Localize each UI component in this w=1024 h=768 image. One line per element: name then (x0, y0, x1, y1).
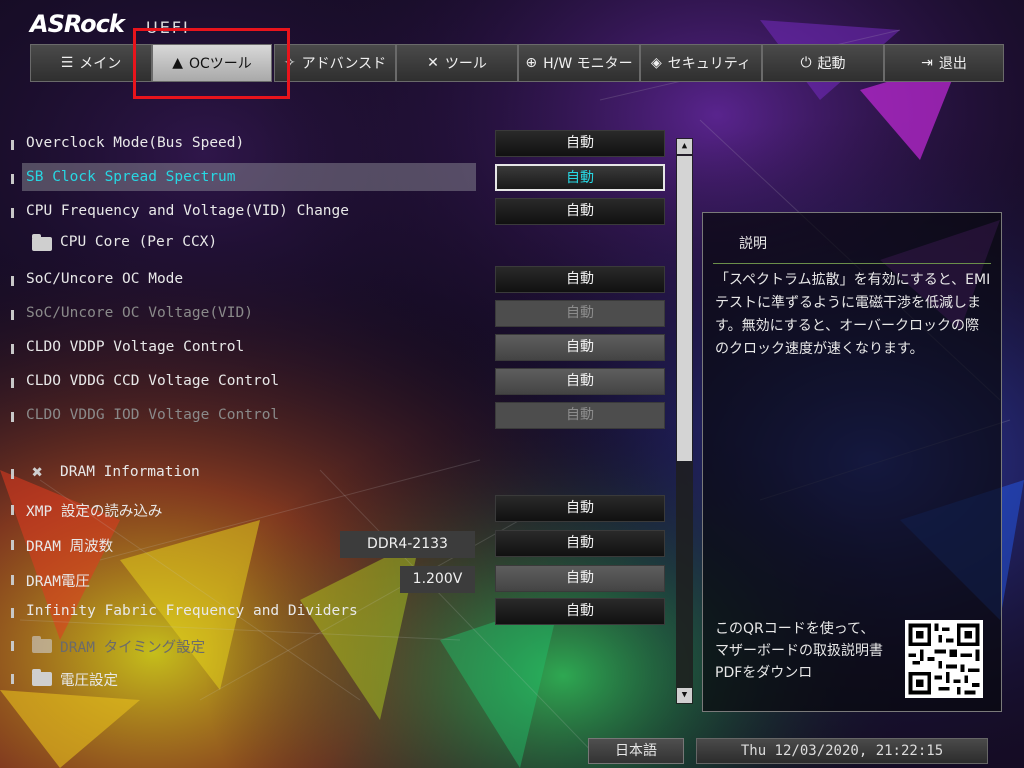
bullet (11, 344, 14, 354)
setting-label: CLDO VDDP Voltage Control (26, 339, 245, 355)
setting-label: CLDO VDDG CCD Voltage Control (26, 373, 280, 389)
setting-label: SoC/Uncore OC Mode (26, 271, 184, 287)
setting-label: SoC/Uncore OC Voltage(VID) (26, 305, 253, 321)
setting-cldo-vddp-voltage[interactable]: CLDO VDDP Voltage Control 自動 (0, 334, 680, 363)
setting-dram-voltage[interactable]: DRAM電圧 1.200V 自動 (0, 565, 680, 594)
scrollbar-thumb[interactable] (677, 156, 692, 461)
setting-value[interactable]: 自動 (495, 198, 665, 225)
setting-cpu-frequency-voltage[interactable]: CPU Frequency and Voltage(VID) Change 自動 (0, 198, 680, 227)
tab-exit[interactable]: ⇥ 退出 (884, 44, 1004, 82)
description-panel: 説明 「スペクトラム拡散」を有効にすると、EMI テストに準ずるように電磁干渉を… (702, 212, 1002, 712)
qr-code[interactable] (905, 620, 983, 698)
bullet (11, 412, 14, 422)
bullet (11, 208, 14, 218)
setting-label: DRAM タイミング設定 (60, 640, 206, 656)
setting-soc-uncore-oc-voltage: SoC/Uncore OC Voltage(VID) 自動 (0, 300, 680, 329)
setting-label: XMP 設定の読み込み (26, 504, 163, 520)
setting-value[interactable]: 自動 (495, 334, 665, 361)
bullet (11, 505, 14, 515)
settings-list: Overclock Mode(Bus Speed) 自動 SB Clock Sp… (0, 0, 700, 768)
bullet (11, 174, 14, 184)
bullet (11, 674, 14, 684)
bullet (11, 276, 14, 286)
tab-boot[interactable]: ⏻ 起動 (762, 44, 884, 82)
bullet (11, 608, 14, 618)
power-icon: ⏻ (800, 55, 812, 71)
scrollbar[interactable]: ▲ ▼ (676, 138, 693, 704)
setting-value[interactable]: 自動 (495, 266, 665, 293)
setting-value[interactable]: 自動 (495, 164, 665, 191)
setting-label: DRAM 周波数 (26, 539, 114, 555)
current-value: DDR4-2133 (340, 531, 475, 558)
exit-icon: ⇥ (921, 55, 933, 71)
qr-code-caption: このQRコードを使って、マザーボードの取扱説明書PDFをダウンロ (715, 621, 883, 681)
tools-icon: ✖ (32, 462, 43, 483)
folder-voltage-settings[interactable]: 電圧設定 (0, 665, 680, 693)
folder-cpu-core[interactable]: CPU Core (Per CCX) (0, 230, 680, 258)
setting-label: Infinity Fabric Frequency and Dividers (26, 603, 358, 619)
setting-value: 自動 (495, 300, 665, 327)
setting-label: CLDO VDDG IOD Voltage Control (26, 407, 280, 423)
setting-label: DRAM電圧 (26, 574, 90, 590)
setting-value[interactable]: 自動 (495, 565, 665, 592)
setting-value[interactable]: 自動 (495, 495, 665, 522)
scroll-up-arrow-icon[interactable]: ▲ (677, 139, 692, 154)
description-text: 「スペクトラム拡散」を有効にすると、EMI テストに準ずるように電磁干渉を低減し… (715, 272, 991, 357)
bullet (11, 378, 14, 388)
tab-label: 退出 (938, 56, 967, 72)
datetime-display: Thu 12/03/2020, 21:22:15 (696, 738, 988, 764)
scroll-down-arrow-icon[interactable]: ▼ (677, 688, 692, 703)
divider (713, 263, 991, 264)
setting-value[interactable]: 自動 (495, 368, 665, 395)
folder-dram-timing: DRAM タイミング設定 (0, 632, 680, 660)
setting-value[interactable]: 自動 (495, 130, 665, 157)
highlight-frame (133, 28, 290, 99)
folder-icon (32, 669, 52, 686)
setting-label: DRAM Information (60, 464, 200, 480)
setting-label: CPU Frequency and Voltage(VID) Change (26, 203, 350, 219)
setting-label: Overclock Mode(Bus Speed) (26, 135, 245, 151)
setting-label: CPU Core (Per CCX) (60, 234, 218, 250)
setting-cldo-vddg-ccd-voltage[interactable]: CLDO VDDG CCD Voltage Control 自動 (0, 368, 680, 397)
current-value: 1.200V (400, 566, 475, 593)
setting-soc-uncore-oc-mode[interactable]: SoC/Uncore OC Mode 自動 (0, 266, 680, 295)
setting-value[interactable]: 自動 (495, 598, 665, 625)
setting-dram-frequency[interactable]: DRAM 周波数 DDR4-2133 自動 (0, 530, 680, 559)
setting-xmp-load[interactable]: XMP 設定の読み込み 自動 (0, 495, 680, 524)
bullet (11, 469, 14, 479)
setting-value: 自動 (495, 402, 665, 429)
bullet (11, 575, 14, 585)
setting-label: SB Clock Spread Spectrum (26, 169, 236, 185)
tab-label: 起動 (817, 56, 846, 72)
bullet (11, 310, 14, 320)
setting-sb-clock-spread-spectrum[interactable]: SB Clock Spread Spectrum 自動 (0, 163, 680, 193)
bullet (11, 140, 14, 150)
setting-value[interactable]: 自動 (495, 530, 665, 557)
bullet (11, 641, 14, 651)
bullet (11, 540, 14, 550)
setting-infinity-fabric[interactable]: Infinity Fabric Frequency and Dividers 自… (0, 598, 680, 627)
description-title: 説明 (739, 236, 767, 252)
folder-icon (32, 234, 52, 251)
section-dram-information[interactable]: ✖ DRAM Information (0, 460, 680, 488)
setting-overclock-mode[interactable]: Overclock Mode(Bus Speed) 自動 (0, 130, 680, 159)
setting-cldo-vddg-iod-voltage: CLDO VDDG IOD Voltage Control 自動 (0, 402, 680, 431)
setting-label: 電圧設定 (60, 673, 118, 689)
folder-icon (32, 636, 52, 653)
language-button[interactable]: 日本語 (588, 738, 684, 764)
